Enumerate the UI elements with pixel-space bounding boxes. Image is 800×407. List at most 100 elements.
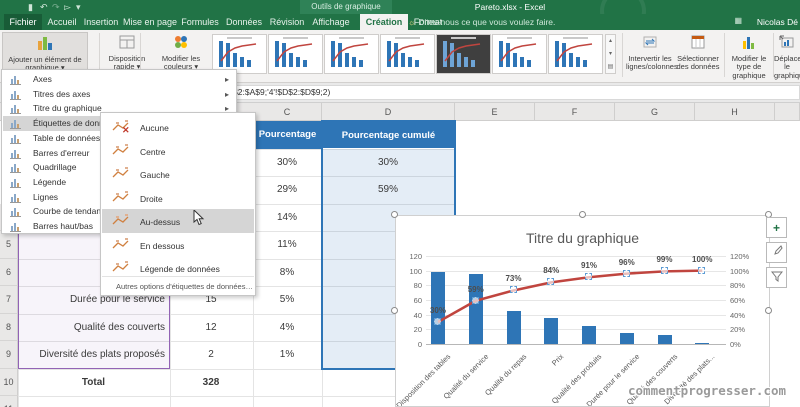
more-data-label-options[interactable]: Autres options d'étiquettes de données… <box>102 276 254 291</box>
cell-a8[interactable]: Qualité des couverts <box>18 314 165 342</box>
tab-révision[interactable]: Révision <box>266 14 308 30</box>
gallery-scroll[interactable]: ▴ ▾ ▤ <box>605 34 616 74</box>
chart-filter-icon[interactable] <box>766 267 787 288</box>
cell-c1-header[interactable]: Pourcentage <box>253 121 322 149</box>
chart-style-thumbnail[interactable] <box>492 34 547 74</box>
chart-title[interactable]: Titre du graphique <box>396 230 769 246</box>
tell-me-box[interactable]: ☼ Dites-nous ce que vous voulez faire. <box>408 14 555 30</box>
cell-c8[interactable]: 4% <box>253 314 317 342</box>
data-label: 30% <box>429 306 446 315</box>
window-title: Pareto.xlsx - Excel <box>474 2 546 12</box>
submenu-item-centre[interactable]: Centre <box>102 139 254 163</box>
cell-c6[interactable]: 8% <box>253 259 317 287</box>
chart-selection-handle[interactable] <box>579 211 586 218</box>
qat-dropdown-icon[interactable]: ▾ <box>76 0 81 14</box>
row-header-7[interactable]: 7 <box>0 286 18 314</box>
cell-c3[interactable]: 29% <box>253 176 317 204</box>
cell-b10[interactable]: 328 <box>170 369 248 397</box>
chart-style-brush-icon[interactable] <box>766 242 787 263</box>
cell-b8[interactable]: 12 <box>170 314 248 342</box>
pareto-bar[interactable] <box>657 335 672 344</box>
chart-style-thumbnail[interactable] <box>436 34 491 74</box>
line-point-selection-handle[interactable] <box>622 269 630 277</box>
pareto-bar[interactable] <box>506 311 521 344</box>
cell-c7[interactable]: 5% <box>253 286 317 314</box>
cell-d2[interactable]: 30% <box>322 149 450 177</box>
pareto-chart[interactable]: Titre du graphique 0 0% 20 20% 40 40% 60 60% 80 8… <box>395 215 770 407</box>
cell-b9[interactable]: 2 <box>170 341 248 369</box>
below-icon <box>112 237 130 254</box>
line-point-selection-handle[interactable] <box>434 318 441 325</box>
data-label: 73% <box>505 274 522 284</box>
move-chart-button[interactable]: Déplacer le graphique <box>774 32 800 79</box>
left-icon <box>112 167 130 183</box>
chart-style-thumbnail[interactable] <box>548 34 603 74</box>
pareto-bar[interactable] <box>582 325 596 344</box>
column-header-e[interactable]: E <box>455 103 535 121</box>
tab-insertion[interactable]: Insertion <box>80 14 122 30</box>
column-header-c[interactable]: C <box>253 103 322 121</box>
pareto-bar[interactable] <box>619 333 634 344</box>
submenu-item-aucune[interactable]: ✕ Aucune <box>102 115 254 139</box>
menu-item-axes[interactable]: Axes ▸ <box>3 72 235 87</box>
tab-accueil[interactable]: Accueil <box>44 14 80 30</box>
row-header-8[interactable]: 8 <box>0 313 18 341</box>
line-point-selection-handle[interactable] <box>471 296 479 304</box>
cell-c2[interactable]: 30% <box>253 149 317 177</box>
column-header-d[interactable]: D <box>322 103 455 121</box>
chart-selection-handle[interactable] <box>391 307 398 314</box>
column-header-f[interactable]: F <box>535 103 615 121</box>
select-data-button[interactable]: Sélectionner des données <box>674 32 722 78</box>
pareto-bar[interactable] <box>695 342 710 344</box>
row-header-11[interactable]: 11 <box>0 396 18 407</box>
change-chart-type-button[interactable]: Modifier le type de graphique <box>726 32 772 79</box>
cell-a10[interactable]: Total <box>18 369 165 397</box>
cell-c9[interactable]: 1% <box>253 341 317 369</box>
tab-mise-en-page[interactable]: Mise en page <box>122 14 178 30</box>
chart-style-thumbnail[interactable] <box>212 34 267 74</box>
chart-style-thumbnail[interactable] <box>324 34 379 74</box>
tab-création[interactable]: Création <box>360 14 408 30</box>
ribbon-display-options-icon[interactable]: ▦ <box>734 16 742 25</box>
tab-fichier[interactable]: Fichier <box>4 14 42 30</box>
line-point-selection-handle[interactable] <box>698 266 706 274</box>
chart-selection-handle[interactable] <box>765 307 772 314</box>
line-point-selection-handle[interactable] <box>547 278 555 286</box>
data-callout-icon <box>112 261 130 277</box>
column-header-h[interactable]: H <box>695 103 775 121</box>
chart-elements-plus-icon[interactable]: + <box>766 217 787 238</box>
line-point-selection-handle[interactable] <box>509 286 517 294</box>
pareto-bar[interactable] <box>544 317 559 344</box>
chart-style-thumbnail[interactable] <box>380 34 435 74</box>
row-header-9[interactable]: 9 <box>0 341 18 369</box>
menu-item-titres-des-axes[interactable]: Titres des axes ▸ <box>3 87 235 102</box>
submenu-item-gauche[interactable]: Gauche <box>102 162 254 186</box>
line-point-selection-handle[interactable] <box>660 267 668 275</box>
chart-selection-handle[interactable] <box>391 211 398 218</box>
column-header-g[interactable]: G <box>615 103 695 121</box>
chart-style-thumbnail[interactable] <box>268 34 323 74</box>
cell-c5[interactable]: 11% <box>253 231 317 259</box>
cell-d1-header[interactable]: Pourcentage cumulé <box>323 122 454 148</box>
right-axis-tick: 120% <box>730 252 750 261</box>
save-icon[interactable]: ▮ <box>28 0 33 14</box>
ribbon-tab-row: Fichier Accueil Insertion Mise en page Formu… <box>0 14 800 30</box>
switch-row-column-button[interactable]: Intervertir les lignes/colonnes <box>626 32 678 78</box>
touch-mode-icon[interactable]: ▻ <box>64 0 71 14</box>
row-header-6[interactable]: 6 <box>0 258 18 286</box>
cell-c4[interactable]: 14% <box>253 204 317 232</box>
redo-icon[interactable]: ↷ <box>52 0 60 14</box>
tab-formules[interactable]: Formules <box>178 14 222 30</box>
submenu-item-au-dessus[interactable]: Au-dessus <box>102 209 254 233</box>
submenu-item-en-dessous[interactable]: En dessous <box>102 233 254 257</box>
account-name[interactable]: Nicolas Dé <box>757 14 798 30</box>
cell-a9[interactable]: Diversité des plats proposés <box>18 341 165 369</box>
cell-d3[interactable]: 59% <box>322 176 450 204</box>
tab-données[interactable]: Données <box>222 14 266 30</box>
row-header-10[interactable]: 10 <box>0 368 18 396</box>
data-labels-submenu: ✕ Aucune Centre Gauche Droite Au-dessus En des… <box>100 112 256 296</box>
tab-affichage[interactable]: Affichage <box>308 14 354 30</box>
line-point-selection-handle[interactable] <box>585 273 592 281</box>
undo-icon[interactable]: ↶ <box>40 0 48 14</box>
submenu-item-droite[interactable]: Droite <box>102 186 254 210</box>
